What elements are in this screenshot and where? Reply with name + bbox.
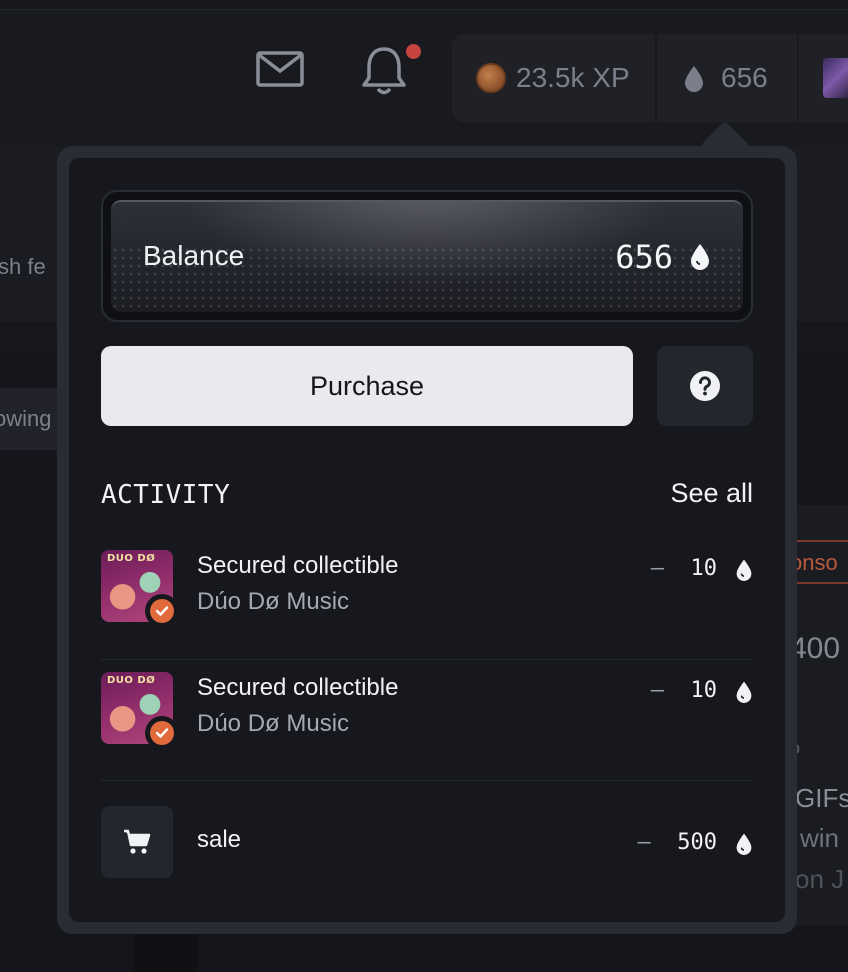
verified-badge: [145, 716, 179, 750]
row-divider: [101, 780, 753, 781]
thumbnail-title: DUO DØ: [107, 675, 156, 686]
activity-heading: ACTIVITY: [101, 480, 231, 510]
balance-value: 656: [615, 238, 673, 276]
bell-icon[interactable]: [356, 42, 412, 100]
thumbnail-title: DUO DØ: [107, 553, 156, 564]
activity-amount: – 10: [651, 678, 717, 703]
activity-title: Secured collectible: [197, 674, 399, 701]
check-icon: [155, 728, 169, 738]
feed-label-text: sh fe: [0, 254, 46, 279]
feed-column-edge: [134, 930, 198, 972]
see-all-link[interactable]: See all: [670, 478, 753, 509]
xp-label: 23.5k XP: [516, 62, 630, 93]
drop-icon: [736, 559, 752, 581]
side-card-text-win: win: [800, 823, 840, 853]
activity-row[interactable]: DUO DØ Secured collectible Dúo Dø Music …: [101, 672, 753, 768]
activity-title: sale: [197, 826, 242, 853]
drops-label: 656: [721, 62, 768, 93]
wallet-panel: Balance 656 Purchase ACTIVITY See all DU…: [69, 158, 785, 922]
row-divider: [101, 659, 753, 660]
wallet-popover: Balance 656 Purchase ACTIVITY See all DU…: [57, 146, 797, 934]
activity-row[interactable]: DUO DØ Secured collectible Dúo Dø Music …: [101, 550, 753, 646]
notification-dot: [406, 44, 421, 59]
top-bar: [0, 0, 848, 10]
profile-avatar-button[interactable]: [799, 34, 848, 122]
help-button[interactable]: [657, 346, 753, 426]
avatar: [823, 58, 848, 98]
drop-icon: [691, 244, 709, 270]
drop-icon: [736, 681, 752, 703]
sale-icon-box: [101, 806, 173, 878]
activity-row[interactable]: sale – 500: [101, 806, 753, 878]
activity-amount: – 500: [638, 830, 718, 855]
minus-sign: –: [650, 556, 664, 581]
cart-icon: [124, 829, 151, 854]
activity-title: Secured collectible: [197, 552, 399, 579]
balance-label: Balance: [143, 240, 245, 271]
activity-amount: – 10: [651, 556, 717, 581]
side-card-number: 400: [790, 632, 841, 665]
amount-value: 10: [690, 678, 718, 703]
check-icon: [155, 606, 169, 616]
drop-icon: [736, 833, 752, 855]
drop-icon: [685, 66, 703, 92]
activity-subtitle: Dúo Dø Music: [197, 588, 350, 615]
verified-badge: [145, 594, 179, 628]
balance-card: Balance 656: [101, 190, 753, 322]
amount-value: 10: [690, 556, 718, 581]
minus-sign: –: [650, 678, 664, 703]
balance-card-surface: Balance 656: [111, 200, 743, 312]
drops-counter[interactable]: 656: [657, 34, 797, 122]
minus-sign: –: [637, 830, 651, 855]
side-card-text-gifs: GIFs: [795, 783, 848, 813]
side-card-text-on: on J: [795, 864, 845, 894]
question-circle-icon: [690, 371, 720, 401]
purchase-button[interactable]: Purchase: [101, 346, 633, 426]
activity-subtitle: Dúo Dø Music: [197, 710, 350, 737]
xp-coin-icon: [476, 63, 506, 93]
amount-value: 500: [677, 830, 717, 855]
xp-counter[interactable]: 23.5k XP: [452, 34, 655, 122]
mail-icon[interactable]: [252, 46, 308, 92]
